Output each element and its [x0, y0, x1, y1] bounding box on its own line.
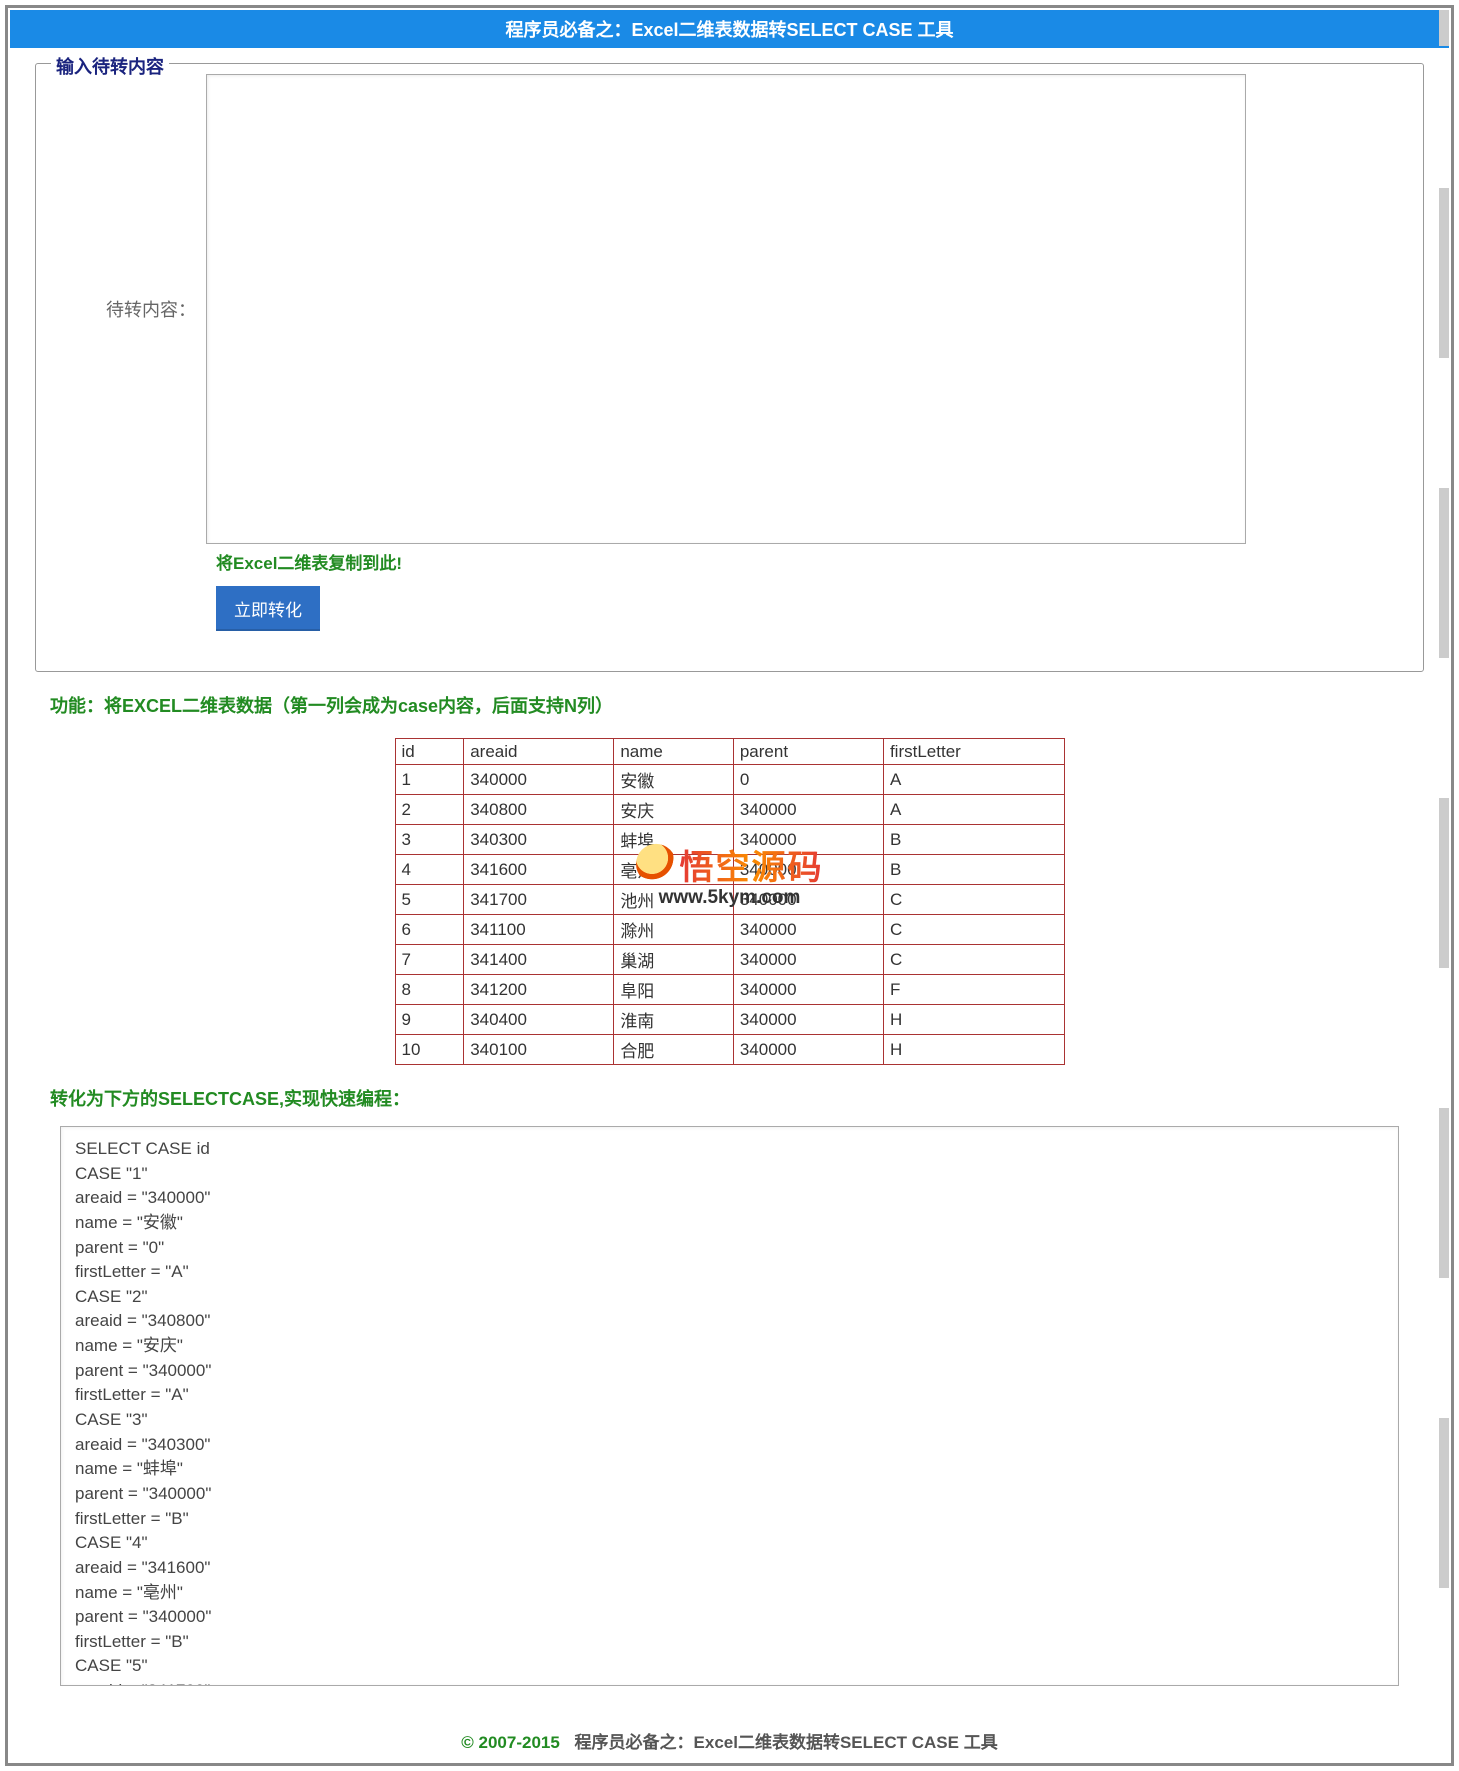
table-header-cell: name: [614, 739, 734, 765]
table-header-cell: id: [395, 739, 464, 765]
table-cell: 340000: [733, 1035, 883, 1065]
table-cell: 淮南: [614, 1005, 734, 1035]
footer-copyright: © 2007-2015: [461, 1733, 560, 1752]
table-cell: C: [883, 915, 1064, 945]
scrollbar-shadow: [1439, 1418, 1449, 1588]
page-title-bar: 程序员必备之：Excel二维表数据转SELECT CASE 工具: [10, 10, 1449, 48]
table-row: 3340300蚌埠340000B: [395, 825, 1064, 855]
table-cell: 2: [395, 795, 464, 825]
table-cell: 340800: [464, 795, 614, 825]
content-textarea[interactable]: [206, 74, 1246, 544]
table-cell: F: [883, 975, 1064, 1005]
table-cell: 6: [395, 915, 464, 945]
table-cell: A: [883, 765, 1064, 795]
table-cell: H: [883, 1035, 1064, 1065]
table-row: 4341600亳州340000B: [395, 855, 1064, 885]
scrollbar-shadow: [1439, 10, 1449, 46]
table-cell: 阜阳: [614, 975, 734, 1005]
table-cell: 5: [395, 885, 464, 915]
table-row: 7341400巢湖340000C: [395, 945, 1064, 975]
input-hint: 将Excel二维表复制到此!: [216, 549, 1403, 574]
scrollbar-shadow: [1439, 188, 1449, 358]
table-cell: B: [883, 825, 1064, 855]
table-cell: 8: [395, 975, 464, 1005]
table-cell: 340000: [733, 945, 883, 975]
scrollbar-shadow: [1439, 488, 1449, 658]
table-header-cell: parent: [733, 739, 883, 765]
table-cell: 7: [395, 945, 464, 975]
table-cell: B: [883, 855, 1064, 885]
output-textarea[interactable]: SELECT CASE id CASE "1" areaid = "340000…: [60, 1126, 1399, 1686]
table-cell: 340000: [733, 885, 883, 915]
table-cell: 安庆: [614, 795, 734, 825]
table-cell: 10: [395, 1035, 464, 1065]
table-header-cell: firstLetter: [883, 739, 1064, 765]
input-fieldset: 输入待转内容 待转内容： 将Excel二维表复制到此! 立即转化: [35, 63, 1424, 672]
table-cell: 3: [395, 825, 464, 855]
table-row: 5341700池州340000C: [395, 885, 1064, 915]
table-cell: 340300: [464, 825, 614, 855]
table-cell: 1: [395, 765, 464, 795]
input-label: 待转内容：: [56, 296, 206, 322]
convert-button[interactable]: 立即转化: [216, 586, 320, 631]
table-cell: H: [883, 1005, 1064, 1035]
table-cell: 0: [733, 765, 883, 795]
table-cell: 340000: [733, 915, 883, 945]
table-cell: 341400: [464, 945, 614, 975]
table-cell: C: [883, 945, 1064, 975]
table-row: 10340100合肥340000H: [395, 1035, 1064, 1065]
section-output-label: 转化为下方的SELECTCASE,实现快速编程：: [50, 1085, 1409, 1111]
table-cell: 巢湖: [614, 945, 734, 975]
table-row: 9340400淮南340000H: [395, 1005, 1064, 1035]
table-cell: 340000: [733, 855, 883, 885]
table-row: 1340000安徽0A: [395, 765, 1064, 795]
table-cell: 340000: [733, 795, 883, 825]
table-cell: 9: [395, 1005, 464, 1035]
table-cell: 蚌埠: [614, 825, 734, 855]
table-row: 6341100滁州340000C: [395, 915, 1064, 945]
table-cell: 340100: [464, 1035, 614, 1065]
table-cell: 340000: [733, 1005, 883, 1035]
page-title: 程序员必备之：Excel二维表数据转SELECT CASE 工具: [505, 20, 953, 40]
table-cell: 340000: [733, 825, 883, 855]
table-cell: 341700: [464, 885, 614, 915]
table-cell: 341200: [464, 975, 614, 1005]
table-cell: 滁州: [614, 915, 734, 945]
table-cell: 安徽: [614, 765, 734, 795]
table-cell: C: [883, 885, 1064, 915]
table-cell: 340000: [733, 975, 883, 1005]
table-cell: 池州: [614, 885, 734, 915]
table-cell: 340400: [464, 1005, 614, 1035]
table-cell: 4: [395, 855, 464, 885]
table-cell: 合肥: [614, 1035, 734, 1065]
table-row: 8341200阜阳340000F: [395, 975, 1064, 1005]
footer-toolname: 程序员必备之：Excel二维表数据转SELECT CASE 工具: [575, 1733, 998, 1752]
scrollbar-shadow: [1439, 1108, 1449, 1278]
table-cell: A: [883, 795, 1064, 825]
table-row: 2340800安庆340000A: [395, 795, 1064, 825]
section-function-label: 功能：将EXCEL二维表数据（第一列会成为case内容，后面支持N列）: [50, 692, 1409, 718]
table-cell: 亳州: [614, 855, 734, 885]
fieldset-legend: 输入待转内容: [51, 53, 169, 79]
table-cell: 340000: [464, 765, 614, 795]
example-table: idareaidnameparentfirstLetter1340000安徽0A…: [395, 738, 1065, 1065]
footer: © 2007-2015 程序员必备之：Excel二维表数据转SELECT CAS…: [10, 1716, 1449, 1761]
table-cell: 341100: [464, 915, 614, 945]
table-header-cell: areaid: [464, 739, 614, 765]
table-cell: 341600: [464, 855, 614, 885]
